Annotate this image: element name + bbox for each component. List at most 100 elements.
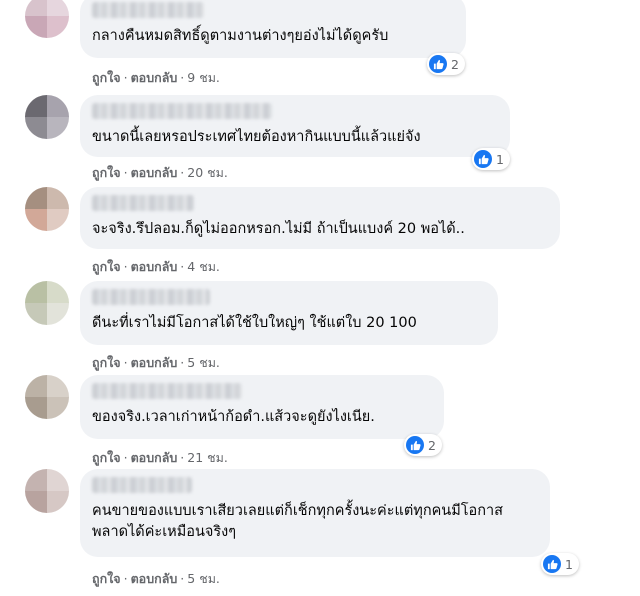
avatar-blur-tile (25, 95, 47, 117)
comment-item: ขนาดนี้เลยหรอประเทศไทยต้องหากินแบบนี้แล้… (0, 95, 640, 187)
like-reaction-icon (474, 150, 492, 168)
separator: · (123, 165, 128, 180)
comment-item: ดีนะที่เราไม่มีโอกาสได้ใช้ใบใหญ่ๆ ใช้แต่… (0, 281, 640, 375)
avatar[interactable] (25, 281, 69, 325)
comment-bubble: ดีนะที่เราไม่มีโอกาสได้ใช้ใบใหญ่ๆ ใช้แต่… (80, 281, 498, 345)
reply-link[interactable]: ตอบกลับ (131, 355, 178, 370)
avatar-blur-tile (47, 187, 69, 209)
reply-link[interactable]: ตอบกลับ (131, 450, 178, 465)
reaction-summary[interactable]: 2 (404, 434, 442, 456)
comment-timestamp[interactable]: 9 ชม. (187, 70, 220, 85)
avatar-blur-tile (47, 469, 69, 491)
separator: · (123, 355, 128, 370)
separator: · (180, 450, 185, 465)
separator: · (123, 571, 128, 586)
separator: · (123, 70, 128, 85)
comment-item: จะจริง.รึปลอม.ก็ดูไม่ออกหรอก.ไม่มี ถ้าเป… (0, 187, 640, 279)
avatar-blur-tile (47, 281, 69, 303)
comment-text: ดีนะที่เราไม่มีโอกาสได้ใช้ใบใหญ่ๆ ใช้แต่… (92, 315, 417, 331)
separator: · (123, 450, 128, 465)
avatar[interactable] (25, 95, 69, 139)
commenter-name-blurred[interactable] (92, 103, 272, 119)
comment-bubble: จะจริง.รึปลอม.ก็ดูไม่ออกหรอก.ไม่มี ถ้าเป… (80, 187, 560, 249)
like-link[interactable]: ถูกใจ (92, 355, 121, 370)
separator: · (180, 571, 185, 586)
separator: · (180, 355, 185, 370)
avatar-blur-tile (47, 375, 69, 397)
avatar[interactable] (25, 187, 69, 231)
commenter-name-blurred[interactable] (92, 2, 204, 18)
reply-link[interactable]: ตอบกลับ (131, 70, 178, 85)
avatar-blur-tile (47, 0, 69, 16)
reaction-summary[interactable]: 2 (427, 53, 465, 75)
comment-actions: ถูกใจ · ตอบกลับ · 5 ชม. (92, 353, 220, 373)
reaction-summary[interactable]: 1 (541, 553, 579, 575)
reply-link[interactable]: ตอบกลับ (131, 571, 178, 586)
avatar-blur-tile (25, 187, 47, 209)
like-reaction-icon (406, 436, 424, 454)
comment-text: ของจริง.เวลาเก่าหน้าก้อดำ.แส้วจะดูยังไงเ… (92, 409, 375, 425)
avatar-blur-tile (25, 16, 47, 38)
like-reaction-icon (429, 55, 447, 73)
like-link[interactable]: ถูกใจ (92, 70, 121, 85)
commenter-name-blurred[interactable] (92, 289, 210, 305)
comment-thread: กลางคืนหมดสิทธิ์ดูตามงานต่างๆยอ่งไม่ได้ด… (0, 0, 640, 596)
reaction-summary[interactable]: 1 (472, 148, 510, 170)
separator: · (123, 259, 128, 274)
avatar-blur-tile (25, 281, 47, 303)
like-link[interactable]: ถูกใจ (92, 571, 121, 586)
avatar-blur-tile (25, 0, 47, 16)
comment-timestamp[interactable]: 5 ชม. (187, 571, 220, 586)
comment-text: กลางคืนหมดสิทธิ์ดูตามงานต่างๆยอ่งไม่ได้ด… (92, 28, 389, 44)
avatar-blur-tile (47, 397, 69, 419)
reaction-count: 1 (496, 151, 504, 167)
comment-actions: ถูกใจ · ตอบกลับ · 9 ชม. (92, 68, 220, 88)
comment-item: ของจริง.เวลาเก่าหน้าก้อดำ.แส้วจะดูยังไงเ… (0, 375, 640, 471)
avatar-blur-tile (47, 117, 69, 139)
reaction-count: 2 (428, 437, 436, 453)
avatar-blur-tile (25, 469, 47, 491)
comment-actions: ถูกใจ · ตอบกลับ · 4 ชม. (92, 257, 220, 277)
reaction-count: 2 (451, 56, 459, 72)
like-link[interactable]: ถูกใจ (92, 450, 121, 465)
avatar-blur-tile (47, 209, 69, 231)
avatar-blur-tile (25, 209, 47, 231)
comment-bubble: ของจริง.เวลาเก่าหน้าก้อดำ.แส้วจะดูยังไงเ… (80, 375, 444, 439)
comment-timestamp[interactable]: 21 ชม. (187, 450, 228, 465)
comment-timestamp[interactable]: 4 ชม. (187, 259, 220, 274)
avatar-blur-tile (47, 16, 69, 38)
commenter-name-blurred[interactable] (92, 195, 194, 211)
comment-timestamp[interactable]: 5 ชม. (187, 355, 220, 370)
comment-text: คนขายของแบบเราเสียวเลยแต่ก็เช็กทุกครั้งน… (92, 503, 504, 540)
separator: · (180, 165, 185, 180)
comment-item: คนขายของแบบเราเสียวเลยแต่ก็เช็กทุกครั้งน… (0, 469, 640, 596)
avatar[interactable] (25, 469, 69, 513)
avatar-blur-tile (47, 491, 69, 513)
avatar-blur-tile (47, 95, 69, 117)
commenter-name-blurred[interactable] (92, 477, 192, 493)
comment-timestamp[interactable]: 20 ชม. (187, 165, 228, 180)
like-reaction-icon (543, 555, 561, 573)
reaction-count: 1 (565, 556, 573, 572)
separator: · (180, 259, 185, 274)
comment-text: ขนาดนี้เลยหรอประเทศไทยต้องหากินแบบนี้แล้… (92, 129, 421, 145)
avatar-blur-tile (25, 375, 47, 397)
like-link[interactable]: ถูกใจ (92, 259, 121, 274)
separator: · (180, 70, 185, 85)
avatar-blur-tile (25, 397, 47, 419)
comment-text: จะจริง.รึปลอม.ก็ดูไม่ออกหรอก.ไม่มี ถ้าเป… (92, 221, 465, 237)
avatar-blur-tile (47, 303, 69, 325)
comment-bubble: คนขายของแบบเราเสียวเลยแต่ก็เช็กทุกครั้งน… (80, 469, 550, 557)
reply-link[interactable]: ตอบกลับ (131, 259, 178, 274)
avatar[interactable] (25, 375, 69, 419)
avatar-blur-tile (25, 491, 47, 513)
avatar-blur-tile (25, 303, 47, 325)
avatar-blur-tile (25, 117, 47, 139)
comment-actions: ถูกใจ · ตอบกลับ · 5 ชม. (92, 569, 220, 589)
comment-bubble: กลางคืนหมดสิทธิ์ดูตามงานต่างๆยอ่งไม่ได้ด… (80, 0, 466, 58)
commenter-name-blurred[interactable] (92, 383, 242, 399)
like-link[interactable]: ถูกใจ (92, 165, 121, 180)
reply-link[interactable]: ตอบกลับ (131, 165, 178, 180)
comment-actions: ถูกใจ · ตอบกลับ · 21 ชม. (92, 448, 228, 468)
avatar[interactable] (25, 0, 69, 38)
